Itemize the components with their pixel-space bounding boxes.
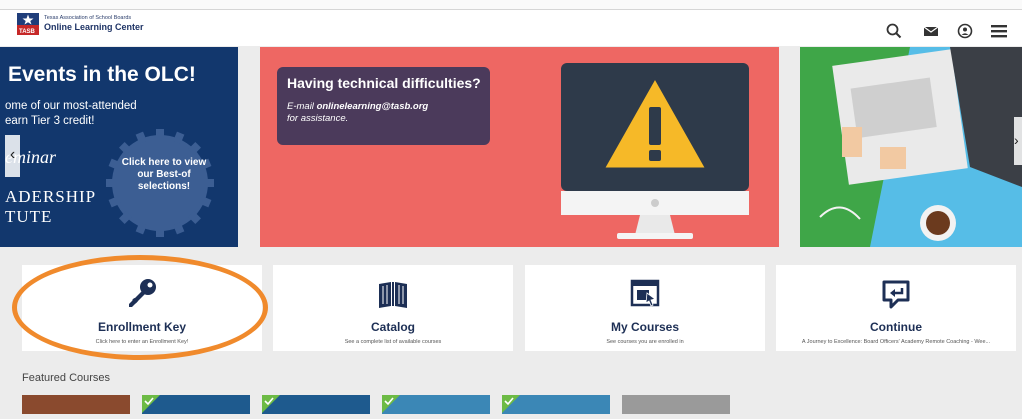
featured-courses-row: [0, 395, 1022, 414]
menu-icon[interactable]: [990, 22, 1008, 40]
continue-icon: [882, 280, 910, 309]
events-title: Events in the OLC!: [8, 63, 196, 86]
email-prefix: E-mail: [287, 101, 317, 112]
logo-title: Online Learning Center: [44, 22, 144, 33]
leadership-text: ADERSHIP TUTE: [5, 187, 96, 227]
my-courses-card[interactable]: My Courses See courses you are enrolled …: [525, 265, 765, 351]
tech-help-box: Having technical difficulties? E-mail on…: [277, 67, 490, 145]
tasb-logo-icon: TASB: [17, 13, 39, 35]
continue-title: Continue: [870, 320, 922, 334]
logo-small-text: Texas Association of School Boards: [44, 14, 132, 21]
check-icon: [502, 395, 520, 413]
browser-top-bar: [0, 0, 1022, 10]
catalog-card[interactable]: Catalog See a complete list of available…: [273, 265, 513, 351]
site-header: [0, 10, 1022, 46]
catalog-subtitle: See a complete list of available courses: [344, 339, 442, 345]
course-thumb-3[interactable]: [262, 395, 370, 414]
leadership-line1: ADERSHIP: [5, 187, 97, 206]
catalog-title: Catalog: [370, 320, 415, 334]
mail-icon[interactable]: [922, 22, 940, 40]
events-subtitle-line1: ome of our most-attended: [5, 100, 137, 112]
check-icon: [262, 395, 280, 413]
book-icon: [379, 282, 407, 308]
carousel-next-arrow[interactable]: ›: [1014, 117, 1022, 165]
featured-courses-heading: Featured Courses: [22, 372, 111, 384]
user-icon[interactable]: [956, 22, 974, 40]
leadership-line2: TUTE: [5, 207, 53, 226]
course-thumb-5[interactable]: [502, 395, 610, 414]
svg-text:TASB: TASB: [19, 29, 36, 35]
course-thumb-6[interactable]: [622, 395, 730, 414]
search-icon[interactable]: [885, 22, 903, 40]
my-courses-subtitle: See courses you are enrolled in: [606, 339, 684, 345]
banner-carousel: Events in the OLC! ome of our most-atten…: [0, 47, 1022, 249]
tech-help-body: E-mail onlinelearning@tasb.org for assis…: [287, 101, 428, 125]
best-of-badge[interactable]: Click here to view our Best-of selection…: [120, 157, 208, 193]
courses-icon: [630, 279, 660, 307]
support-email-link[interactable]: onlinelearning@tasb.org: [317, 101, 429, 112]
events-slide[interactable]: Events in the OLC! ome of our most-atten…: [0, 47, 238, 247]
enrollment-key-highlight-circle: [12, 255, 268, 360]
continue-subtitle: A Journey to Excellence: Board Officers'…: [801, 339, 991, 345]
course-thumb-2[interactable]: [142, 395, 250, 414]
monitor-warning-icon: [561, 63, 749, 239]
carousel-prev-arrow[interactable]: ‹: [5, 135, 20, 177]
events-subtitle: ome of our most-attended earn Tier 3 cre…: [5, 99, 137, 129]
laptop-illustration: [800, 47, 1022, 247]
course-thumb-1[interactable]: [22, 395, 130, 414]
my-courses-title: My Courses: [610, 320, 680, 334]
check-icon: [142, 395, 160, 413]
tech-help-slide[interactable]: Having technical difficulties? E-mail on…: [260, 47, 779, 247]
check-icon: [382, 395, 400, 413]
tech-help-title: Having technical difficulties?: [287, 75, 481, 91]
continue-card[interactable]: Continue A Journey to Excellence: Board …: [776, 265, 1016, 351]
email-suffix: for assistance.: [287, 113, 349, 124]
course-thumb-4[interactable]: [382, 395, 490, 414]
tasb-logo[interactable]: TASB Texas Association of School Boards …: [17, 13, 144, 35]
laptop-slide[interactable]: ›: [800, 47, 1022, 247]
